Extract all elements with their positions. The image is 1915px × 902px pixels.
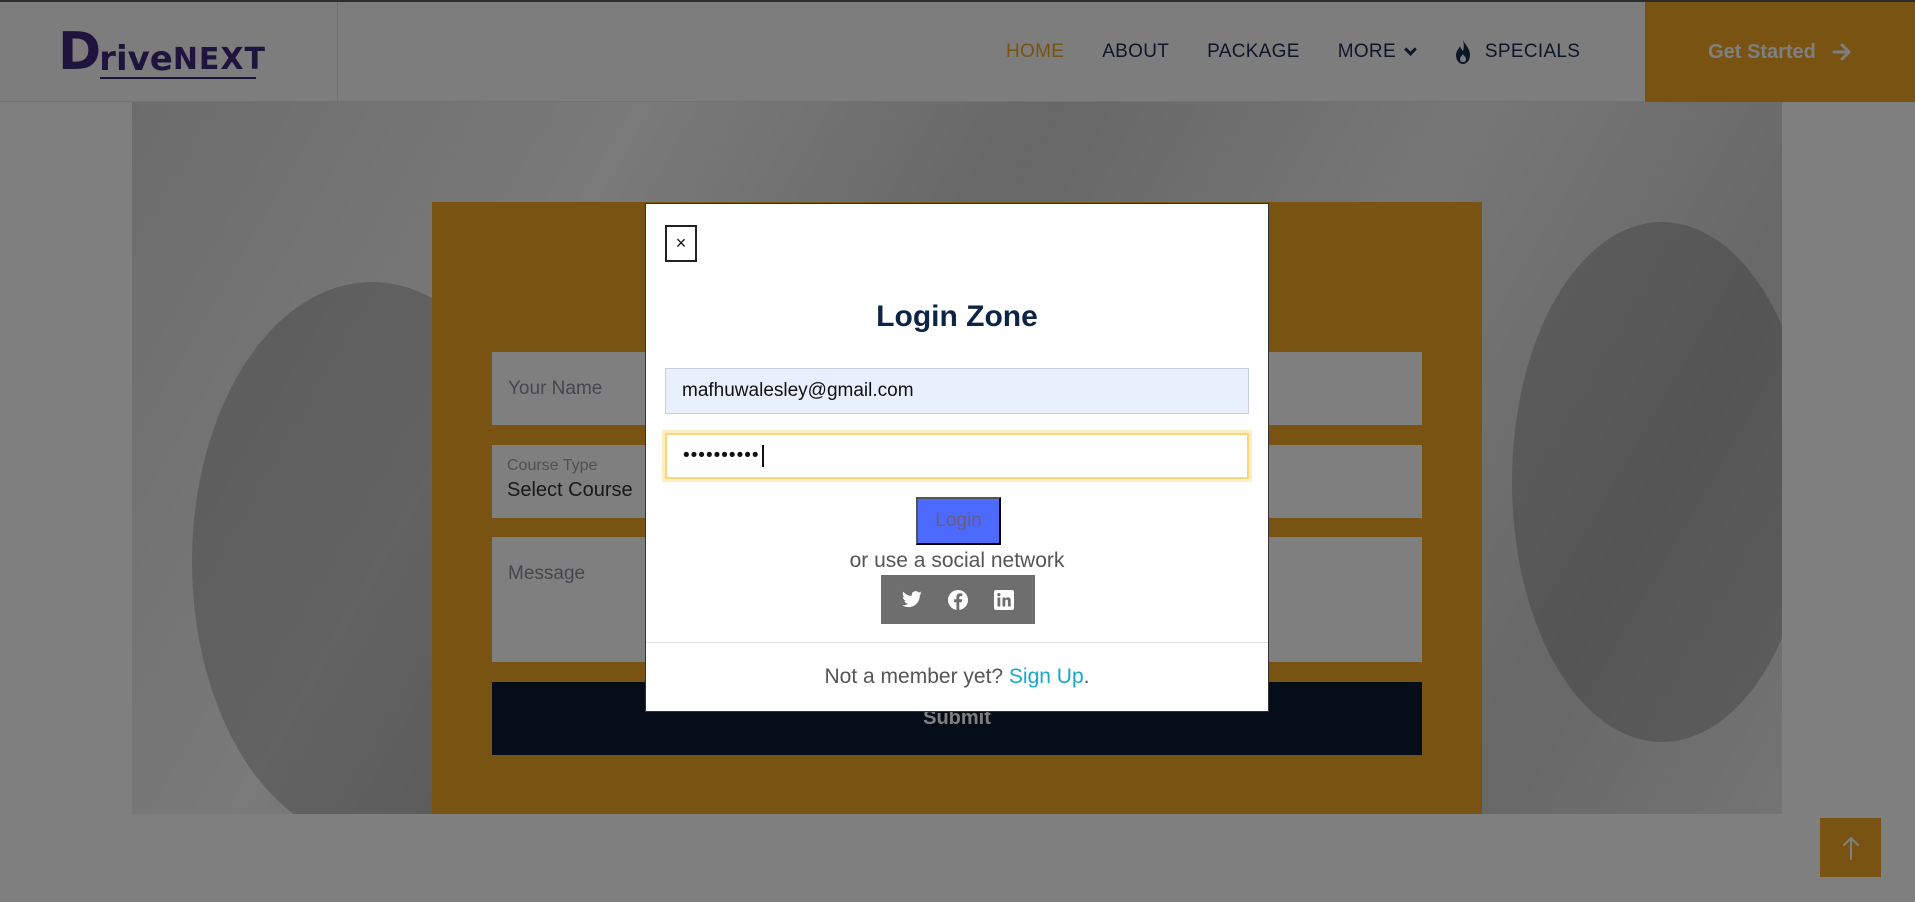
password-value: •••••••••• <box>683 445 760 466</box>
facebook-icon[interactable] <box>945 587 971 613</box>
social-login-bar <box>881 575 1035 624</box>
login-modal: × Login Zone mafhuwalesley@gmail.com •••… <box>645 203 1269 712</box>
twitter-icon[interactable] <box>899 587 925 613</box>
modal-divider <box>646 642 1268 643</box>
text-cursor <box>761 445 764 467</box>
modal-title: Login Zone <box>876 300 1038 333</box>
password-field[interactable]: •••••••••• <box>665 433 1249 479</box>
close-button[interactable]: × <box>665 225 697 262</box>
signup-prompt: Not a member yet? Sign Up. <box>646 665 1268 689</box>
login-button[interactable]: Login <box>916 497 1001 545</box>
signup-prompt-period: . <box>1083 665 1090 688</box>
sign-up-link[interactable]: Sign Up <box>1009 665 1084 688</box>
email-value: mafhuwalesley@gmail.com <box>682 380 914 401</box>
signup-prompt-text: Not a member yet? <box>824 665 1009 688</box>
linkedin-icon[interactable] <box>991 587 1017 613</box>
email-field[interactable]: mafhuwalesley@gmail.com <box>665 368 1249 414</box>
social-login-text: or use a social network <box>849 549 1065 572</box>
